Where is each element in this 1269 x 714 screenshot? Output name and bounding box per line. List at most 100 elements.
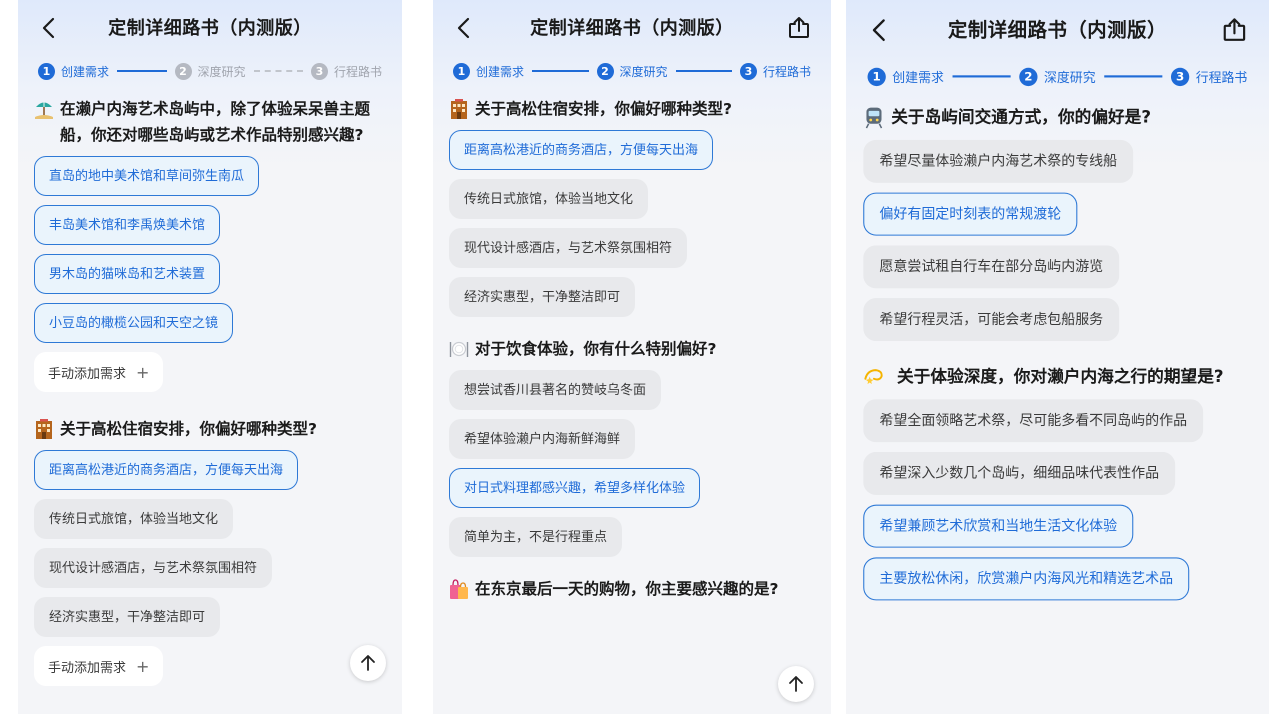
share-icon[interactable] <box>787 16 811 40</box>
option-chip-selected[interactable]: 丰岛美术馆和李禹焕美术馆 <box>34 205 221 245</box>
scroll-top-button[interactable] <box>778 666 814 702</box>
hotel-icon <box>36 419 52 439</box>
question-text: 关于高松住宿安排，你偏好哪种类型? <box>475 100 732 118</box>
add-requirement-label: 手动添加需求 <box>48 660 127 676</box>
step-connector <box>952 75 1011 78</box>
step-label: 行程路书 <box>1195 69 1248 85</box>
page-title: 定制详细路书（内测版） <box>108 18 312 39</box>
option-list: 希望尽量体验濑户内海艺术祭的专线船 偏好有固定时刻表的常规渡轮 愿意尝试租自行车… <box>863 139 1251 351</box>
question: 关于体验深度，你对濑户内海之行的期望是? <box>863 362 1251 391</box>
option-chip[interactable]: 希望行程灵活，可能会考虑包船服务 <box>863 298 1120 342</box>
step-number: 3 <box>311 62 328 80</box>
question-text: 在东京最后一天的购物，你主要感兴趣的是? <box>475 580 779 598</box>
header: 定制详细路书（内测版） <box>846 0 1269 60</box>
step-create: 1 创建需求 <box>867 67 944 86</box>
step-label: 深度研究 <box>1043 69 1096 85</box>
option-chip-selected[interactable]: 偏好有固定时刻表的常规渡轮 <box>863 192 1078 236</box>
option-chip[interactable]: 现代设计感酒店，与艺术祭氛围相符 <box>449 228 688 268</box>
add-requirement-button[interactable]: 手动添加需求 + <box>34 646 164 686</box>
option-chip[interactable]: 经济实惠型，干净整洁即可 <box>34 597 221 637</box>
option-list: 距离高松港近的商务酒店，方便每天出海 传统日式旅馆，体验当地文化 现代设计感酒店… <box>449 130 815 326</box>
step-create: 1 创建需求 <box>38 62 110 80</box>
step-research: 2 深度研究 <box>1019 67 1096 86</box>
step-number: 2 <box>1019 67 1038 86</box>
option-chip-selected[interactable]: 希望兼顾艺术欣赏和当地生活文化体验 <box>863 504 1134 548</box>
step-label: 创建需求 <box>61 64 110 79</box>
step-label: 行程路书 <box>334 64 383 79</box>
option-chip[interactable]: 简单为主，不是行程重点 <box>449 517 623 557</box>
question-list: 关于高松住宿安排，你偏好哪种类型? 距离高松港近的商务酒店，方便每天出海 传统日… <box>433 96 831 602</box>
step-number: 2 <box>596 62 614 80</box>
share-icon[interactable] <box>1222 17 1248 43</box>
scroll-top-button[interactable] <box>350 645 386 681</box>
question: 在东京最后一天的购物，你主要感兴趣的是? <box>449 576 815 602</box>
question-text: 对于饮食体验，你有什么特别偏好? <box>475 340 717 358</box>
question-list: 在濑户内海艺术岛屿中，除了体验呆呆兽主题船，你还对哪些岛屿或艺术作品特别感兴趣?… <box>18 96 402 700</box>
option-chip-selected[interactable]: 男木岛的猫咪岛和艺术装置 <box>34 254 221 294</box>
option-chip-selected[interactable]: 主要放松休闲，欣赏濑户内海风光和精选艺术品 <box>863 557 1190 601</box>
question: 关于高松住宿安排，你偏好哪种类型? <box>449 96 815 122</box>
option-list: 直岛的地中美术馆和草间弥生南瓜 丰岛美术馆和李禹焕美术馆 男木岛的猫咪岛和艺术装… <box>34 156 386 406</box>
option-chip-selected[interactable]: 距离高松港近的商务酒店，方便每天出海 <box>449 130 714 170</box>
add-requirement-button[interactable]: 手动添加需求 + <box>34 352 164 392</box>
arrow-up-icon <box>361 655 375 671</box>
option-chip[interactable]: 希望尽量体验濑户内海艺术祭的专线船 <box>863 139 1134 183</box>
option-chip[interactable]: 现代设计感酒店，与艺术祭氛围相符 <box>34 548 273 588</box>
option-chip-selected[interactable]: 直岛的地中美术馆和草间弥生南瓜 <box>34 156 260 196</box>
dizzy-star-icon <box>864 369 883 385</box>
option-chip[interactable]: 传统日式旅馆，体验当地文化 <box>449 179 649 219</box>
step-label: 深度研究 <box>619 64 668 79</box>
screen-panel-1: 定制详细路书（内测版） 1 创建需求 2 深度研究 3 行程路书 在濑户内海艺术岛屿中… <box>18 0 402 714</box>
option-chip[interactable]: 希望体验濑户内海新鲜海鲜 <box>449 419 636 459</box>
hotel-icon <box>451 99 467 119</box>
plus-icon: + <box>136 656 150 676</box>
step-number: 1 <box>38 62 55 80</box>
progress-steps: 1 创建需求 2 深度研究 3 行程路书 <box>846 60 1269 92</box>
step-number: 1 <box>867 67 886 86</box>
step-number: 3 <box>1170 67 1190 86</box>
step-label: 行程路书 <box>763 64 812 79</box>
page-title: 定制详细路书（内测版） <box>947 19 1167 42</box>
option-chip[interactable]: 经济实惠型，干净整洁即可 <box>449 277 636 317</box>
progress-steps: 1 创建需求 2 深度研究 3 行程路书 <box>433 56 831 86</box>
arrow-up-icon <box>789 676 803 692</box>
option-chip[interactable]: 传统日式旅馆，体验当地文化 <box>34 499 234 539</box>
shopping-bags-icon <box>450 579 468 599</box>
step-number: 3 <box>740 62 757 80</box>
option-chip-selected[interactable]: 对日式料理都感兴趣，希望多样化体验 <box>449 468 701 508</box>
option-chip[interactable]: 希望全面领略艺术祭，尽可能多看不同岛屿的作品 <box>863 399 1204 443</box>
screen-panel-3: 定制详细路书（内测版） 1 创建需求 2 深度研究 3 行程路书 关于岛屿间交通方式，… <box>846 0 1269 714</box>
step-itinerary: 3 行程路书 <box>311 62 383 80</box>
screen-panel-2: 定制详细路书（内测版） 1 创建需求 2 深度研究 3 行程路书 关于高松住宿安排，你… <box>433 0 831 714</box>
question-text: 在濑户内海艺术岛屿中，除了体验呆呆兽主题船，你还对哪些岛屿或艺术作品特别感兴趣? <box>60 100 371 144</box>
step-itinerary: 3 行程路书 <box>740 62 812 80</box>
option-chip[interactable]: 愿意尝试租自行车在部分岛屿内游览 <box>863 245 1120 289</box>
option-chip-selected[interactable]: 小豆岛的橄榄公园和天空之镜 <box>34 303 234 343</box>
question: 在濑户内海艺术岛屿中，除了体验呆呆兽主题船，你还对哪些岛屿或艺术作品特别感兴趣? <box>34 96 386 148</box>
header: 定制详细路书（内测版） <box>18 0 402 56</box>
plus-icon: + <box>136 362 150 382</box>
question-list: 关于岛屿间交通方式，你的偏好是? 希望尽量体验濑户内海艺术祭的专线船 偏好有固定… <box>846 103 1269 610</box>
option-chip-selected[interactable]: 距离高松港近的商务酒店，方便每天出海 <box>34 450 299 490</box>
step-connector <box>253 70 303 72</box>
step-number: 1 <box>453 62 470 80</box>
step-connector <box>532 70 589 72</box>
question: 关于高松住宿安排，你偏好哪种类型? <box>34 416 386 442</box>
step-create: 1 创建需求 <box>453 62 525 80</box>
step-label: 深度研究 <box>197 64 246 79</box>
option-list: 距离高松港近的商务酒店，方便每天出海 传统日式旅馆，体验当地文化 现代设计感酒店… <box>34 450 386 700</box>
option-list: 希望全面领略艺术祭，尽可能多看不同岛屿的作品 希望深入少数几个岛屿，细细品味代表… <box>863 399 1251 610</box>
add-requirement-label: 手动添加需求 <box>48 366 127 382</box>
option-chip[interactable]: 想尝试香川县著名的赞岐乌冬面 <box>449 370 662 410</box>
page-title: 定制详细路书（内测版） <box>530 18 734 39</box>
question-text: 关于高松住宿安排，你偏好哪种类型? <box>60 420 317 438</box>
step-connector <box>675 70 732 72</box>
option-chip[interactable]: 希望深入少数几个岛屿，细细品味代表性作品 <box>863 451 1176 495</box>
step-connector <box>117 70 167 72</box>
step-label: 创建需求 <box>892 69 944 85</box>
step-label: 创建需求 <box>476 64 525 79</box>
step-research: 2 深度研究 <box>596 62 668 80</box>
train-icon <box>865 107 883 129</box>
plate-cutlery-icon <box>449 341 469 357</box>
header: 定制详细路书（内测版） <box>433 0 831 56</box>
